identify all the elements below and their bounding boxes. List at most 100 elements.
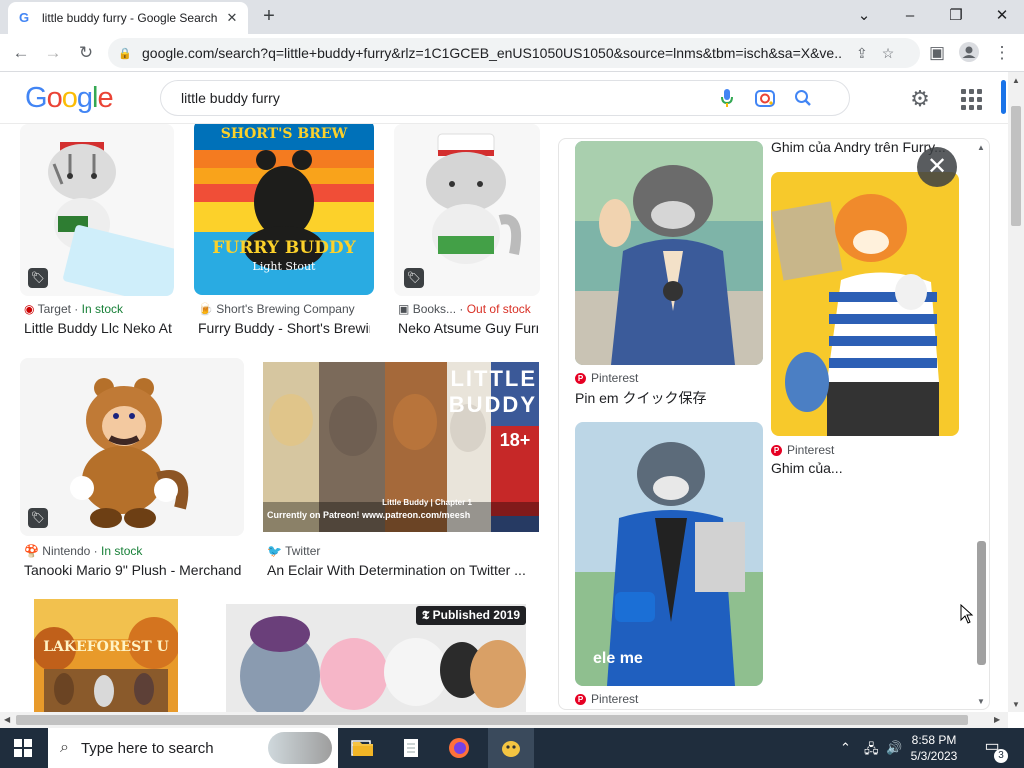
beer-brand-text: SHORT'S BREW [220, 126, 348, 142]
google-logo[interactable]: Google [25, 82, 114, 115]
minimize-button[interactable]: – [896, 4, 924, 28]
result-card[interactable]: 𝕿 Published 2019 [226, 604, 526, 712]
google-favicon-icon: G [18, 10, 30, 25]
related-source: P Pinterest [771, 443, 834, 457]
profile-avatar-icon[interactable] [958, 42, 980, 64]
result-thumbnail[interactable] [20, 358, 244, 536]
result-title[interactable]: Furry Buddy - Short's Brewing... [198, 320, 370, 336]
result-thumbnail[interactable]: LAKEFOREST U [34, 599, 178, 712]
related-image[interactable]: ele me [575, 422, 763, 686]
back-arrow-icon[interactable]: ← [10, 42, 32, 64]
google-apps-icon[interactable] [958, 86, 982, 110]
side-panel-icon[interactable]: ▣ [926, 42, 948, 64]
reload-icon[interactable]: ↻ [75, 42, 97, 64]
firefox-icon[interactable] [436, 728, 482, 768]
page-scroll-thumb[interactable] [1011, 106, 1021, 226]
result-card[interactable]: 🏷 ◉ Target · In stock Little Buddy Llc N… [20, 124, 174, 344]
tab-close-icon[interactable]: ✕ [224, 10, 240, 26]
beer-style-text: Light Stout [252, 260, 316, 273]
shopping-tag-icon: 🏷 [28, 508, 48, 528]
search-input[interactable] [181, 90, 701, 106]
taskbar-search-box[interactable]: ⌕ Type here to search [48, 728, 338, 768]
logo-letter: o [61, 82, 78, 114]
result-title[interactable]: Neko Atsume Guy Furry... [398, 320, 538, 336]
tray-chevron-icon[interactable]: ⌃ [840, 740, 851, 756]
logo-letter: G [25, 82, 48, 114]
image-results-grid: 🏷 ◉ Target · In stock Little Buddy Llc N… [0, 124, 556, 712]
nintendo-favicon-icon: 🍄 [24, 544, 39, 558]
scroll-down-arrow-icon[interactable]: ▼ [977, 697, 985, 706]
page-vertical-scrollbar[interactable]: ▲ ▼ [1008, 72, 1024, 712]
result-card[interactable]: 🏷 🍄 Nintendo · In stock Tanooki Mario 9"… [20, 358, 244, 580]
scroll-up-arrow-icon[interactable]: ▲ [977, 143, 985, 152]
tab-search-icon[interactable]: ⌄ [850, 4, 878, 28]
result-source-name: Books... [412, 302, 457, 316]
page-hscroll-thumb[interactable] [16, 715, 968, 725]
result-thumbnail[interactable]: LITTLE BUDDY 18+ Little Buddy | Chapter … [263, 362, 539, 532]
browser-tab[interactable]: G little buddy furry - Google Search ✕ [8, 2, 248, 34]
close-panel-button[interactable]: ✕ [917, 147, 957, 187]
new-tab-button[interactable]: + [258, 6, 280, 28]
url-text[interactable]: google.com/search?q=little+buddy+furry&r… [142, 45, 842, 61]
search-box[interactable] [160, 80, 850, 116]
forward-arrow-icon[interactable]: → [42, 42, 64, 64]
system-clock[interactable]: 8:58 PM 5/3/2023 [906, 732, 962, 764]
tab-title: little buddy furry - Google Search [42, 11, 218, 25]
pinterest-icon: P [575, 372, 586, 384]
lock-icon[interactable]: 🔒 [118, 47, 132, 60]
related-title[interactable]: Pin em クイック保存 [575, 388, 763, 408]
notification-center-icon[interactable]: ▭ 3 [980, 736, 1008, 763]
browser-menu-icon[interactable]: ⋮ [991, 42, 1013, 64]
result-title[interactable]: Tanooki Mario 9" Plush - Merchandise [24, 562, 242, 578]
close-window-button[interactable]: ✕ [988, 4, 1016, 28]
related-title[interactable]: Ghim của... [771, 460, 959, 476]
app-mascot-icon[interactable] [488, 728, 534, 768]
result-source: 🍄 Nintendo · In stock [24, 544, 143, 558]
result-source-name: Twitter [285, 544, 321, 558]
google-lens-icon[interactable] [753, 86, 777, 110]
search-icon[interactable] [791, 86, 815, 110]
result-card[interactable]: LAKEFOREST U [34, 599, 178, 712]
mouse-cursor-icon [960, 603, 974, 624]
result-source: 🍺 Short's Brewing Company [198, 302, 355, 316]
windows-taskbar: ⌕ Type here to search ⌃ 🖧 🔊 8:58 PM 5/3/… [0, 728, 1024, 768]
result-card[interactable]: SHORT'S BREW FURRY BUDDY Light Stout 🍺 S… [194, 124, 374, 344]
result-card[interactable]: 🏷 ▣ Books... · Out of stock Neko Atsume … [394, 124, 540, 344]
settings-gear-icon[interactable]: ⚙ [907, 86, 933, 112]
scroll-down-arrow-icon[interactable]: ▼ [1012, 700, 1020, 709]
scroll-left-arrow-icon[interactable]: ◀ [4, 715, 10, 724]
nyt-logo-icon: 𝕿 [421, 608, 430, 622]
result-source: 🐦 Twitter [267, 544, 320, 558]
address-bar[interactable]: 🔒 google.com/search?q=little+buddy+furry… [108, 38, 920, 68]
scroll-up-arrow-icon[interactable]: ▲ [1012, 76, 1020, 85]
file-explorer-icon[interactable] [340, 728, 386, 768]
restore-button[interactable]: ❐ [942, 4, 970, 28]
related-image[interactable] [771, 172, 959, 436]
target-favicon-icon: ◉ [24, 302, 35, 316]
published-badge-label: Published 2019 [432, 608, 520, 622]
result-thumbnail[interactable]: 𝕿 Published 2019 [226, 604, 526, 712]
account-edge-bar[interactable] [1001, 80, 1006, 114]
result-thumbnail[interactable]: SHORT'S BREW FURRY BUDDY Light Stout [194, 124, 374, 295]
panel-scrollbar[interactable]: ▲ ▼ [973, 139, 989, 709]
related-source-name: Pinterest [591, 692, 639, 706]
volume-icon[interactable]: 🔊 [886, 740, 902, 756]
bookmark-star-icon[interactable]: ☆ [882, 45, 895, 62]
page-horizontal-scrollbar[interactable]: ◀ ▶ [0, 712, 1008, 728]
comic-chapter-text: Little Buddy | Chapter 1 [382, 498, 472, 507]
result-title[interactable]: Little Buddy Llc Neko Atsume... [24, 320, 172, 336]
microphone-icon[interactable] [715, 86, 739, 110]
share-icon[interactable]: ⇪ [856, 45, 868, 62]
related-image[interactable] [575, 141, 763, 365]
result-title[interactable]: An Eclair With Determination on Twitter … [267, 562, 539, 578]
panel-scroll-thumb[interactable] [977, 541, 986, 665]
network-icon[interactable]: 🖧 [864, 740, 879, 762]
stock-status: Out of stock [466, 302, 531, 316]
windows-start-icon[interactable] [14, 739, 32, 757]
comic-title-line1: LITTLE [450, 366, 537, 391]
notepad-icon[interactable] [388, 728, 434, 768]
scroll-right-arrow-icon[interactable]: ▶ [994, 715, 1000, 724]
result-card[interactable]: LITTLE BUDDY 18+ Little Buddy | Chapter … [263, 362, 539, 580]
koala-illustration-icon [268, 732, 332, 764]
pinterest-icon: P [771, 444, 782, 456]
